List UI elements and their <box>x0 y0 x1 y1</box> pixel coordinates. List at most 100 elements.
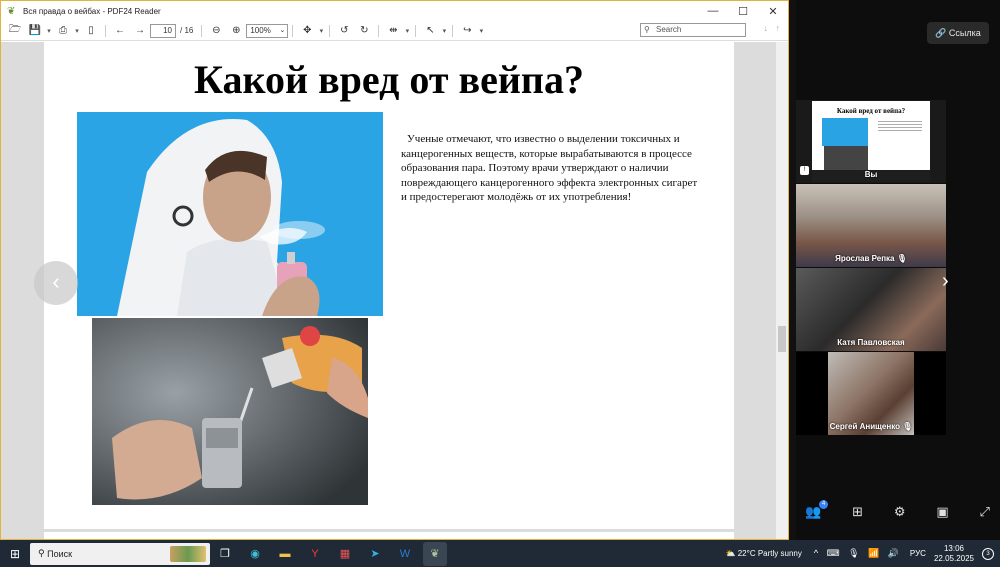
toolbar-separator <box>329 24 331 37</box>
chevron-down-icon[interactable]: ▾ <box>46 23 52 39</box>
search-icon: ⚲ <box>644 25 650 34</box>
clock[interactable]: 13:06 22.05.2025 <box>934 544 974 564</box>
vaping-person-photo <box>77 112 383 316</box>
open-folder-icon[interactable]: 🗁 <box>8 23 22 39</box>
next-participants-button[interactable]: › <box>942 270 949 293</box>
word-icon[interactable]: W <box>393 542 417 566</box>
participants-badge: 4 <box>819 500 828 509</box>
telegram-icon[interactable]: ➤ <box>363 542 387 566</box>
search-placeholder: Search <box>656 25 682 34</box>
chevron-down-icon[interactable]: ▾ <box>318 23 324 39</box>
windows-start-icon[interactable]: ⊞ <box>0 547 30 561</box>
pan-icon[interactable]: ✥ <box>300 23 314 39</box>
search-down-icon[interactable]: ↓ <box>763 23 768 33</box>
toolbar-separator <box>452 24 454 37</box>
weather-icon: ⛅ <box>725 549 736 558</box>
chevron-down-icon[interactable]: ▾ <box>74 23 80 39</box>
explorer-icon[interactable]: ▬ <box>273 542 297 566</box>
zoom-select[interactable]: 100% ⌄ <box>246 23 289 38</box>
scrollbar-thumb[interactable] <box>778 326 786 352</box>
vertical-scrollbar[interactable] <box>776 42 788 539</box>
system-tray: ⛅ 22°C Partly sunny ^ ⌨ 🎙 📶 🔊 РУС 13:06 … <box>726 540 994 567</box>
clock-time: 13:06 <box>943 543 964 553</box>
language-indicator[interactable]: РУС <box>910 549 926 558</box>
search-navigation: ↓ ↑ <box>763 23 780 33</box>
search-input[interactable]: ⚲ Search <box>640 23 746 37</box>
pdf-reader-window: ❦ Вся правда о вейбах - PDF24 Reader — ☐… <box>0 0 789 540</box>
participant-name: Ярослав Репка 🎙 <box>835 254 907 263</box>
zoom-in-icon[interactable]: ⊕ <box>229 23 243 39</box>
maximize-button[interactable]: ☐ <box>728 5 758 18</box>
preview-text <box>878 119 922 133</box>
task-view-icon[interactable]: ❐ <box>213 542 237 566</box>
next-pdf-page <box>44 532 734 539</box>
next-page-icon[interactable]: → <box>133 23 147 39</box>
mic-off-icon: 🎙 <box>896 254 907 263</box>
taskbar: ⊞ ⚲ Поиск ❐ ◉ ▬ Y ▦ ➤ W ❦ ⛅ 22°C Partly … <box>0 540 1000 567</box>
vape-liquid-photo <box>92 318 368 505</box>
window-divider <box>789 0 796 540</box>
participant-name: Катя Павловская <box>837 338 905 347</box>
vaping-person-illustration <box>77 112 383 316</box>
chevron-down-icon[interactable]: ▾ <box>478 23 484 39</box>
preview-title: Какой вред от вейпа? <box>836 107 906 115</box>
participants-icon[interactable]: 👥 4 <box>805 500 828 522</box>
zoom-value: 100% <box>250 25 271 35</box>
search-up-icon[interactable]: ↑ <box>776 23 781 33</box>
chevron-down-icon[interactable]: ▾ <box>441 23 447 39</box>
taskbar-search-label: Поиск <box>47 548 73 559</box>
screen-icon[interactable]: ▣ <box>936 504 948 522</box>
sidebar-toggle-icon[interactable]: ▯ <box>84 23 98 39</box>
copy-link-button[interactable]: 🔗 Ссылка <box>927 22 989 44</box>
print-icon[interactable]: ⎙ <box>56 23 70 39</box>
grid-icon[interactable]: ⊞ <box>852 504 863 522</box>
tray-icons[interactable]: ^ ⌨ 🎙 📶 🔊 <box>814 548 902 559</box>
participant-tile[interactable]: Сергей Анищенко 🎙 <box>796 352 946 435</box>
participant-tile[interactable]: Катя Павловская <box>796 268 946 351</box>
fullscreen-icon[interactable]: ⤢ <box>980 504 990 522</box>
close-button[interactable]: ✕ <box>758 5 788 18</box>
previous-slide-button[interactable]: ‹ <box>34 261 78 305</box>
minimize-button[interactable]: — <box>698 5 728 17</box>
select-cursor-icon[interactable]: ↖ <box>423 23 437 39</box>
pdf24-app-icon: ❦ <box>7 5 16 17</box>
chevron-down-icon: ⌄ <box>279 26 286 34</box>
notification-badge[interactable]: 3 <box>982 547 994 560</box>
save-icon[interactable]: 💾 <box>28 23 42 39</box>
link-icon: 🔗 <box>935 28 947 38</box>
preview-image <box>822 118 868 146</box>
pdf24-icon[interactable]: ❦ <box>423 541 447 566</box>
link-button-label: Ссылка <box>948 28 981 38</box>
weather-widget[interactable]: ⛅ 22°C Partly sunny <box>726 549 802 558</box>
chevron-down-icon[interactable]: ▾ <box>404 23 410 39</box>
shared-screen-preview: Какой вред от вейпа? <box>812 101 930 181</box>
toolbar-separator <box>201 24 203 37</box>
slide-body-text: Ученые отмечают, что известно о выделени… <box>401 133 698 203</box>
participant-name: Вы <box>864 170 878 179</box>
title-bar: ❦ Вся правда о вейбах - PDF24 Reader — ☐… <box>1 1 788 21</box>
calendar-icon[interactable]: ▦ <box>333 542 357 566</box>
gear-icon[interactable]: ⚙ <box>894 504 906 522</box>
toolbar-separator <box>378 24 380 37</box>
page-number-input[interactable]: 10 <box>150 23 176 38</box>
clock-date: 22.05.2025 <box>933 553 974 563</box>
window-title: Вся правда о вейбах - PDF24 Reader <box>23 6 161 16</box>
search-icon: ⚲ <box>38 548 48 558</box>
taskbar-search[interactable]: ⚲ Поиск <box>30 542 210 565</box>
yandex-icon[interactable]: Y <box>303 542 327 566</box>
zoom-out-icon[interactable]: ⊖ <box>209 23 223 39</box>
vape-refill-illustration <box>92 318 368 505</box>
document-area[interactable]: Какой вред от вейпа? Ученые отмечают, чт… <box>1 42 788 539</box>
rotate-right-icon[interactable]: ↻ <box>357 23 371 39</box>
fit-width-icon[interactable]: ⇹ <box>386 23 400 39</box>
share-icon[interactable]: ↪ <box>460 23 474 39</box>
previous-page-icon[interactable]: ← <box>113 23 127 39</box>
slide-title: Какой вред от вейпа? <box>194 57 584 102</box>
page-total: / 16 <box>180 26 194 35</box>
desktop: ❦ Вся правда о вейбах - PDF24 Reader — ☐… <box>0 0 1000 567</box>
participant-tile[interactable]: Ярослав Репка 🎙 <box>796 184 946 267</box>
participant-tile-self[interactable]: Какой вред от вейпа? ! Вы <box>796 100 946 183</box>
rotate-left-icon[interactable]: ↺ <box>337 23 351 39</box>
toolbar-separator <box>415 24 417 37</box>
edge-icon[interactable]: ◉ <box>243 542 267 566</box>
